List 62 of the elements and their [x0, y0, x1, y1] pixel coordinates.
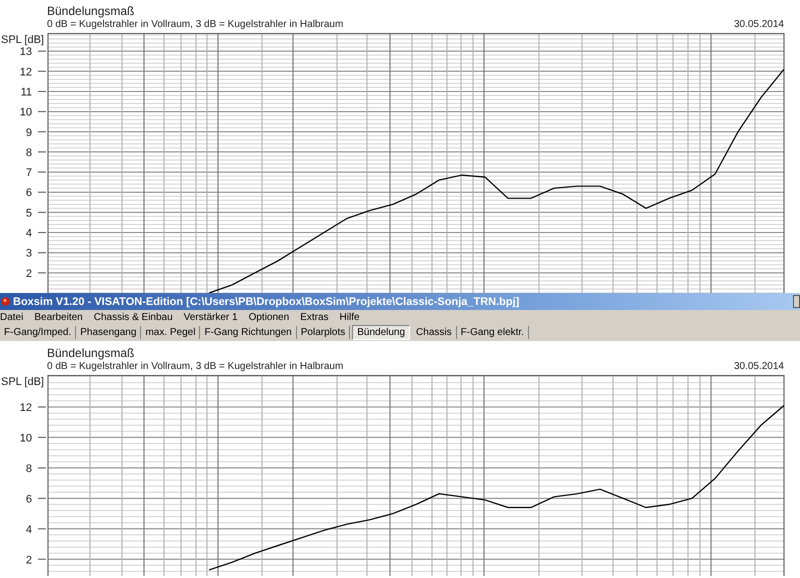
axis-tick-label: 10: [20, 106, 32, 119]
tab[interactable]: F-Gang elektr.: [456, 326, 529, 339]
tab[interactable]: F-Gang Richtungen: [200, 326, 297, 339]
axis-tick-label: 13: [20, 46, 32, 58]
axis-tick-label: 4: [26, 524, 32, 536]
tick-mark: [38, 111, 46, 112]
axis-tick-label: 5: [26, 207, 32, 220]
tab[interactable]: Polarplots: [296, 326, 350, 339]
menu-item[interactable]: Verstärker 1: [178, 312, 243, 322]
tick-mark: [38, 212, 46, 213]
tick-mark: [38, 192, 46, 193]
chart-title: Bündelungsmaß: [47, 4, 136, 18]
tick-mark: [38, 558, 46, 560]
chart-title: Bündelungsmaß: [47, 346, 136, 360]
menu-item[interactable]: Datei: [0, 312, 28, 322]
tick-mark: [38, 272, 46, 274]
chart-subtitle: 0 dB = Kugelstrahler in Vollraum, 3 dB = Kugelstrahler in Halbraum: [47, 18, 344, 31]
menu-item[interactable]: Optionen: [242, 312, 294, 322]
y-axis-label: SPL [dB]: [0, 376, 44, 388]
axis-tick-label: 6: [26, 187, 32, 200]
axis-tick-label: 3: [26, 248, 32, 260]
axis-tick-label: 8: [26, 462, 32, 475]
app-icon: [1, 296, 10, 307]
tick-mark: [38, 172, 46, 173]
tab[interactable]: Bündelung: [352, 325, 410, 340]
axis-tick-label: 4: [26, 228, 32, 240]
tick-mark: [38, 252, 46, 254]
axis-tick-label: 2: [26, 268, 32, 280]
tick-mark: [38, 90, 46, 92]
menu-item[interactable]: Hilfe: [334, 312, 365, 322]
tick-mark: [38, 50, 46, 52]
chart-date: 30.05.2014: [734, 360, 784, 373]
tick-mark: [38, 436, 46, 438]
y-axis-label: SPL [dB]: [0, 34, 44, 46]
chart-subtitle: 0 dB = Kugelstrahler in Vollraum, 3 dB = Kugelstrahler in Halbraum: [47, 360, 344, 373]
tab[interactable]: max. Pegel: [141, 326, 200, 339]
tick-mark: [38, 151, 46, 152]
window-title: Boxsim V1.20 - VISATON-Edition [C:\Users\PB\Dropbox\BoxSim\Projekte\Classic-Sonja_TRN.bpj]: [13, 296, 520, 308]
tab[interactable]: F-Gang/Imped.: [0, 326, 76, 339]
tick-mark: [38, 131, 46, 132]
axis-tick-label: 2: [26, 554, 32, 566]
tick-mark: [38, 406, 46, 408]
tab[interactable]: Phasengang: [76, 326, 142, 339]
menu-item[interactable]: Extras: [294, 312, 334, 322]
axis-tick-label: 8: [26, 146, 32, 159]
menu-item[interactable]: Bearbeiten: [28, 312, 88, 322]
tab[interactable]: Chassis: [412, 326, 457, 339]
tick-mark: [38, 498, 46, 499]
axis-tick-label: 7: [26, 167, 32, 180]
window-button[interactable]: [793, 295, 800, 308]
menu-item[interactable]: Chassis & Einbau: [88, 312, 178, 322]
tick-mark: [38, 232, 46, 234]
axis-tick-label: 10: [20, 432, 32, 444]
axis-tick-label: 12: [20, 402, 32, 414]
tick-mark: [38, 70, 46, 72]
axis-tick-label: 12: [20, 66, 32, 78]
tick-mark: [38, 467, 46, 468]
axis-tick-label: 11: [20, 86, 32, 98]
tick-mark: [38, 528, 46, 530]
axis-tick-label: 6: [26, 493, 32, 506]
axis-tick-label: 9: [26, 126, 32, 139]
chart-date: 30.05.2014: [734, 18, 784, 31]
